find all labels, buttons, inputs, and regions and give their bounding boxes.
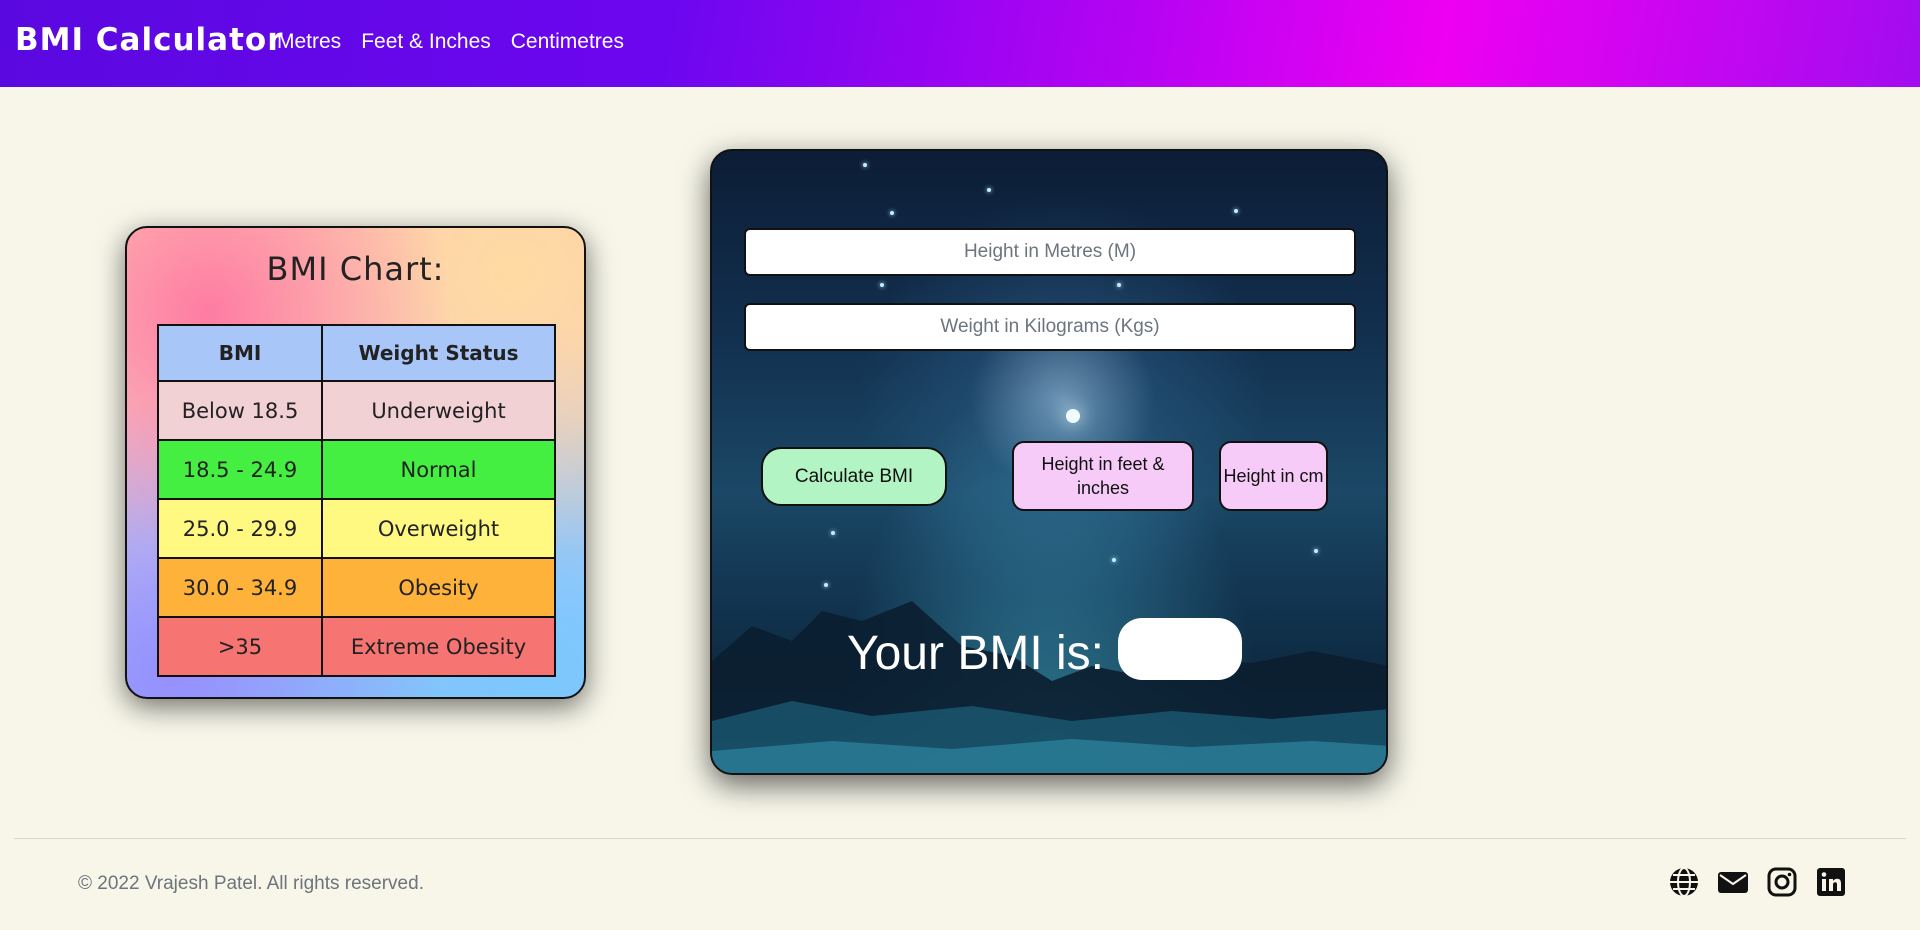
table-row: 30.0 - 34.9 Obesity bbox=[157, 557, 556, 618]
star-decoration bbox=[890, 211, 894, 215]
chart-title: BMI Chart: bbox=[266, 250, 445, 288]
mail-icon[interactable] bbox=[1717, 866, 1749, 898]
weight-status-cell: Obesity bbox=[321, 557, 556, 618]
bmi-range-cell: 18.5 - 24.9 bbox=[157, 439, 323, 500]
bmi-chart-card: BMI Chart: BMI Weight Status Below 18.5 … bbox=[125, 226, 586, 699]
nav-link-feet-inches[interactable]: Feet & Inches bbox=[361, 30, 491, 54]
star-decoration bbox=[1117, 283, 1121, 287]
table-row: >35 Extreme Obesity bbox=[157, 616, 556, 677]
header-bmi: BMI bbox=[157, 324, 323, 382]
star-decoration bbox=[1066, 409, 1080, 423]
table-header-row: BMI Weight Status bbox=[157, 324, 556, 382]
table-row: 18.5 - 24.9 Normal bbox=[157, 439, 556, 500]
header-weight-status: Weight Status bbox=[321, 324, 556, 382]
copyright-text: © 2022 Vrajesh Patel. All rights reserve… bbox=[78, 873, 424, 894]
table-row: Below 18.5 Underweight bbox=[157, 380, 556, 441]
star-decoration bbox=[880, 283, 884, 287]
weight-status-cell: Overweight bbox=[321, 498, 556, 559]
globe-icon[interactable] bbox=[1668, 866, 1700, 898]
brand-logo[interactable]: BMI Calculator bbox=[15, 22, 284, 58]
calculate-bmi-button[interactable]: Calculate BMI bbox=[761, 447, 947, 506]
linkedin-icon[interactable] bbox=[1815, 866, 1847, 898]
height-metres-input[interactable] bbox=[744, 228, 1356, 276]
weight-status-cell: Normal bbox=[321, 439, 556, 500]
height-cm-button[interactable]: Height in cm bbox=[1219, 441, 1328, 511]
nav-links: Metres Feet & Inches Centimetres bbox=[277, 30, 624, 54]
weight-kg-input[interactable] bbox=[744, 303, 1356, 351]
result-label: Your BMI is: bbox=[847, 627, 1104, 680]
weight-status-cell: Extreme Obesity bbox=[321, 616, 556, 677]
table-row: 25.0 - 29.9 Overweight bbox=[157, 498, 556, 559]
nav-link-centimetres[interactable]: Centimetres bbox=[511, 30, 624, 54]
star-decoration bbox=[1234, 209, 1238, 213]
bmi-range-cell: Below 18.5 bbox=[157, 380, 323, 441]
calculator-card: Calculate BMI Height in feet & inches He… bbox=[710, 149, 1388, 775]
bmi-table: BMI Weight Status Below 18.5 Underweight… bbox=[157, 324, 556, 677]
instagram-icon[interactable] bbox=[1766, 866, 1798, 898]
bmi-range-cell: 30.0 - 34.9 bbox=[157, 557, 323, 618]
star-decoration bbox=[1314, 549, 1318, 553]
bmi-range-cell: 25.0 - 29.9 bbox=[157, 498, 323, 559]
footer-divider bbox=[14, 838, 1906, 839]
nav-link-metres[interactable]: Metres bbox=[277, 30, 341, 54]
social-links bbox=[1668, 866, 1847, 898]
weight-status-cell: Underweight bbox=[321, 380, 556, 441]
star-decoration bbox=[831, 531, 835, 535]
star-decoration bbox=[1112, 558, 1116, 562]
navbar: BMI Calculator Metres Feet & Inches Cent… bbox=[0, 0, 1920, 87]
bmi-result-box bbox=[1118, 618, 1242, 680]
bmi-range-cell: >35 bbox=[157, 616, 323, 677]
star-decoration bbox=[987, 188, 991, 192]
star-decoration bbox=[863, 163, 867, 167]
height-feet-inches-button[interactable]: Height in feet & inches bbox=[1012, 441, 1194, 511]
